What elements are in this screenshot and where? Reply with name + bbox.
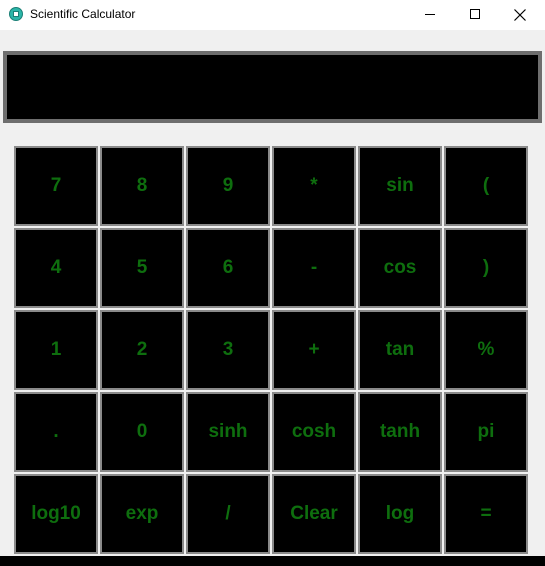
key-0-button[interactable]: 0 [100,392,184,472]
key-multiply-button[interactable]: * [272,146,356,226]
key-2-button[interactable]: 2 [100,310,184,390]
key-cos-button[interactable]: cos [358,228,442,308]
key-clear-button[interactable]: Clear [272,474,356,554]
key-log10-button[interactable]: log10 [14,474,98,554]
key-3-button[interactable]: 3 [186,310,270,390]
key-4-button[interactable]: 4 [14,228,98,308]
close-icon [514,9,526,21]
key-6-button[interactable]: 6 [186,228,270,308]
key-divide-button[interactable]: / [186,474,270,554]
key-8-button[interactable]: 8 [100,146,184,226]
key-sin-button[interactable]: sin [358,146,442,226]
key-tan-button[interactable]: tan [358,310,442,390]
calculator-display[interactable] [3,51,542,123]
minimize-icon [425,14,435,15]
close-button[interactable] [498,0,543,30]
key-pi-button[interactable]: pi [444,392,528,472]
maximize-icon [470,9,480,19]
key-equals-button[interactable]: = [444,474,528,554]
key-exp-button[interactable]: exp [100,474,184,554]
minimize-button[interactable] [408,0,453,30]
bottom-edge [0,556,545,566]
key-minus-button[interactable]: - [272,228,356,308]
calculator-window: Scientific Calculator 7 8 9 * sin(4 5 6- cos) 1 2… [0,0,545,556]
key-cosh-button[interactable]: cosh [272,392,356,472]
keypad: 7 8 9 * sin(4 5 6- cos) 1 2 3 + tan%. 0 sinh cosh tanh pi… [14,146,530,556]
title-bar[interactable]: Scientific Calculator [0,0,545,30]
key-decimal-point-button[interactable]: . [14,392,98,472]
key-percent-button[interactable]: % [444,310,528,390]
key-9-button[interactable]: 9 [186,146,270,226]
key-open-paren-button[interactable]: ( [444,146,528,226]
key-plus-button[interactable]: + [272,310,356,390]
calculator-icon [9,7,23,21]
key-7-button[interactable]: 7 [14,146,98,226]
window-title: Scientific Calculator [30,7,136,21]
menu-strip [0,30,545,50]
key-log-button[interactable]: log [358,474,442,554]
key-tanh-button[interactable]: tanh [358,392,442,472]
key-close-paren-button[interactable]: ) [444,228,528,308]
key-sinh-button[interactable]: sinh [186,392,270,472]
key-1-button[interactable]: 1 [14,310,98,390]
maximize-button[interactable] [453,0,498,30]
key-5-button[interactable]: 5 [100,228,184,308]
